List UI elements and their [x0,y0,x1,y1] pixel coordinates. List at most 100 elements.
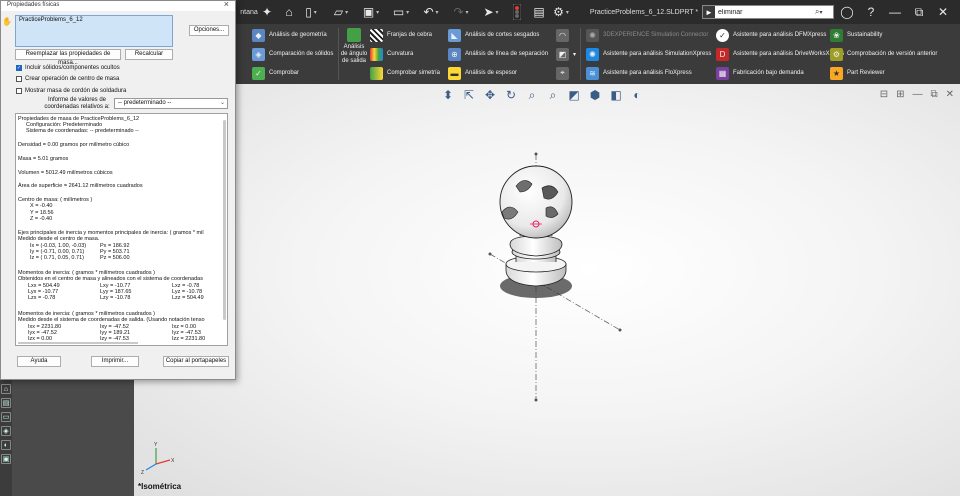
zoom-area-icon[interactable]: ⇱ [461,88,477,104]
coordinate-system-select[interactable]: -- predeterminado -- ⌄ [114,98,228,109]
view-orientation-icon[interactable]: ⬢ [587,88,603,104]
previous-view-icon[interactable]: ⌕ [545,88,561,104]
thickness-analysis-button[interactable]: ▬ Análisis de espesor [448,64,517,82]
undercut-analysis-button[interactable]: ◣ Análisis de cortes sesgados [448,26,539,44]
recalculate-button[interactable]: Recalcular [125,49,173,60]
floxpress-label: Asistente para análisis FloXpress [603,70,692,76]
checkbox-unchecked-icon[interactable] [16,76,22,82]
view-triad[interactable]: Y X Z [141,442,175,476]
results-vertical-scrollbar[interactable] [223,120,226,320]
replace-mass-properties-button[interactable]: Reemplazar las propiedades de masa... [15,49,121,66]
check-symmetry-button[interactable]: Comprobar simetría [370,64,440,82]
new-document-icon[interactable]: ▯ ▾ [302,0,320,24]
selected-items-list[interactable]: PracticeProblems_6_12 [15,15,173,47]
open-icon[interactable]: ▱ ▾ [332,0,350,24]
draft-analysis-button[interactable]: Análisis de ángulo de salida [340,28,368,65]
search-dropdown-icon[interactable]: ▾ [819,9,822,16]
dfmxpress-button[interactable]: ✓ Asistente para análisis DFMXpress [716,26,826,44]
redo-icon[interactable]: ↷ ▾ [452,0,470,24]
close-icon[interactable]: ✕ [934,0,952,24]
restore-icon[interactable]: ⧉ [910,0,928,24]
viewport-window-controls: ⊟ ⊞ — ⧉ ✕ [880,89,954,100]
viewport-restore-icon[interactable]: ⧉ [930,89,937,100]
chevron-down-icon[interactable]: ⌄ [220,99,225,108]
zebra-stripes-button[interactable]: Franjas de cebra [370,26,432,44]
part-model[interactable] [499,165,573,287]
rotate-icon[interactable]: ↻ [503,88,519,104]
traffic-light-icon[interactable] [510,0,524,24]
file-explorer-icon[interactable]: ▭ [1,412,11,422]
floxpress-button[interactable]: ≋ Asistente para análisis FloXpress [586,64,692,82]
manufacturing-on-demand-button[interactable]: ▦ Fabricación bajo demanda [716,64,804,82]
ribbon-small-tool-1[interactable]: ◠ [556,26,573,44]
custom-properties-icon[interactable]: ▣ [1,454,11,464]
pin-icon[interactable]: ✦ [258,0,276,24]
driveworksxpress-button[interactable]: D Asistente para análisis DriveWorksXpres… [716,45,844,63]
print-icon[interactable]: ▭ ▾ [392,0,410,24]
resources-icon[interactable]: ⌂ [1,384,11,394]
search-input[interactable] [715,6,815,18]
user-icon[interactable]: ◯ [838,0,856,24]
include-hidden-checkbox[interactable]: ✓ Incluir sólidos/componentes ocultos [16,64,120,72]
geometry-analysis-button[interactable]: ◆ Análisis de geometría [252,26,327,44]
undo-icon[interactable]: ↶ ▾ [422,0,440,24]
curvature-button[interactable]: Curvatura [370,45,413,63]
graphics-viewport[interactable]: Y X Z [134,84,960,496]
dialog-close-icon[interactable]: × [224,0,229,9]
select-arrow-icon[interactable]: ➤ ▾ [482,0,500,24]
save-icon[interactable]: ▣ ▾ [362,0,380,24]
help-icon[interactable]: ? [862,0,880,24]
help-button[interactable]: Ayuda [17,356,61,367]
hide-show-icon[interactable]: ◐ [629,88,645,104]
create-com-feature-checkbox[interactable]: Crear operación de centro de masa [16,75,119,83]
version-check-button[interactable]: ⚙ Comprobación de versión anterior [830,45,937,63]
sustainability-button[interactable]: ❀ Sustainability [830,26,882,44]
moments-com-subtitle: Obtenidos en el centro de masa y alinead… [18,276,203,282]
evaluate-tool-icon: ◩ [556,47,569,61]
design-library-icon[interactable]: ▤ [1,398,11,408]
compare-solids-button[interactable]: ◈ Comparación de sólidos [252,45,333,63]
search-scope-icon[interactable]: ► [703,6,715,18]
ribbon-small-tool-2[interactable]: ◩ ▾ [556,45,576,63]
options-button[interactable]: Opciones... [189,25,229,36]
appearances-icon[interactable]: ◐ [1,440,11,450]
view-palette-icon[interactable]: ◈ [1,426,11,436]
print-button[interactable]: Imprimir... [91,356,139,367]
section-view-icon[interactable]: ◩ [566,88,582,104]
viewport-close-icon[interactable]: ✕ [946,89,954,100]
file-properties-icon[interactable]: ▤ [530,0,548,24]
evaluate-tool-dropdown-icon[interactable]: ▾ [573,51,576,58]
pan-icon[interactable]: ✥ [482,88,498,104]
zoom-icon[interactable]: ⌕ [524,88,540,104]
pin-dialog-icon[interactable]: ✋ [2,17,12,26]
simulation-connector-button[interactable]: ✺ 3DEXPERIENCE Simulation Connector [586,26,708,44]
svg-text:X: X [171,458,175,464]
zoom-to-fit-icon[interactable]: ⬍ [440,88,456,104]
results-horizontal-scrollbar[interactable] [18,342,138,344]
moments-output-subtitle: Medido desde el sistema de coordenadas d… [18,317,205,323]
check-symmetry-label: Comprobar simetría [387,70,441,76]
simulation-connector-icon: ✺ [586,28,599,42]
parting-line-analysis-button[interactable]: ⊕ Análisis de línea de separación [448,45,548,63]
viewport-minimize-icon[interactable]: — [912,89,922,100]
search-box[interactable]: ► ⌕▾ [702,5,834,19]
viewport-collapse-icon[interactable]: ⊟ [880,89,888,100]
show-weld-bead-mass-checkbox[interactable]: Mostrar masa de cordón de soldadura [16,87,126,95]
check-button[interactable]: ✓ Comprobar [252,64,299,82]
minimize-icon[interactable]: — [886,0,904,24]
simulationxpress-button[interactable]: ✺ Asistente para análisis SimulationXpres… [586,45,711,63]
part-reviewer-button[interactable]: ★ Part Reviewer [830,64,885,82]
home-icon[interactable]: ⌂ [280,0,298,24]
viewport-expand-icon[interactable]: ⊞ [896,89,904,100]
principal-moment-z: Pz = 506.00 [100,255,130,261]
copy-to-clipboard-button[interactable]: Copiar al portapapeles [163,356,229,367]
mass-properties-dialog: Propiedades físicas × ✋ PracticeProblems… [0,0,236,380]
model-canvas[interactable]: Y X Z [134,84,960,496]
selected-item[interactable]: PracticeProblems_6_12 [19,17,83,23]
checkbox-checked-icon[interactable]: ✓ [16,65,22,71]
options-gear-icon[interactable]: ⚙ ▾ [552,0,570,24]
mass-properties-results[interactable]: Propiedades de masa de PracticeProblems_… [15,113,228,346]
display-style-icon[interactable]: ◧ [608,88,624,104]
checkbox-unchecked-icon[interactable] [16,88,22,94]
ribbon-small-tool-3[interactable]: ⌖ [556,64,573,82]
